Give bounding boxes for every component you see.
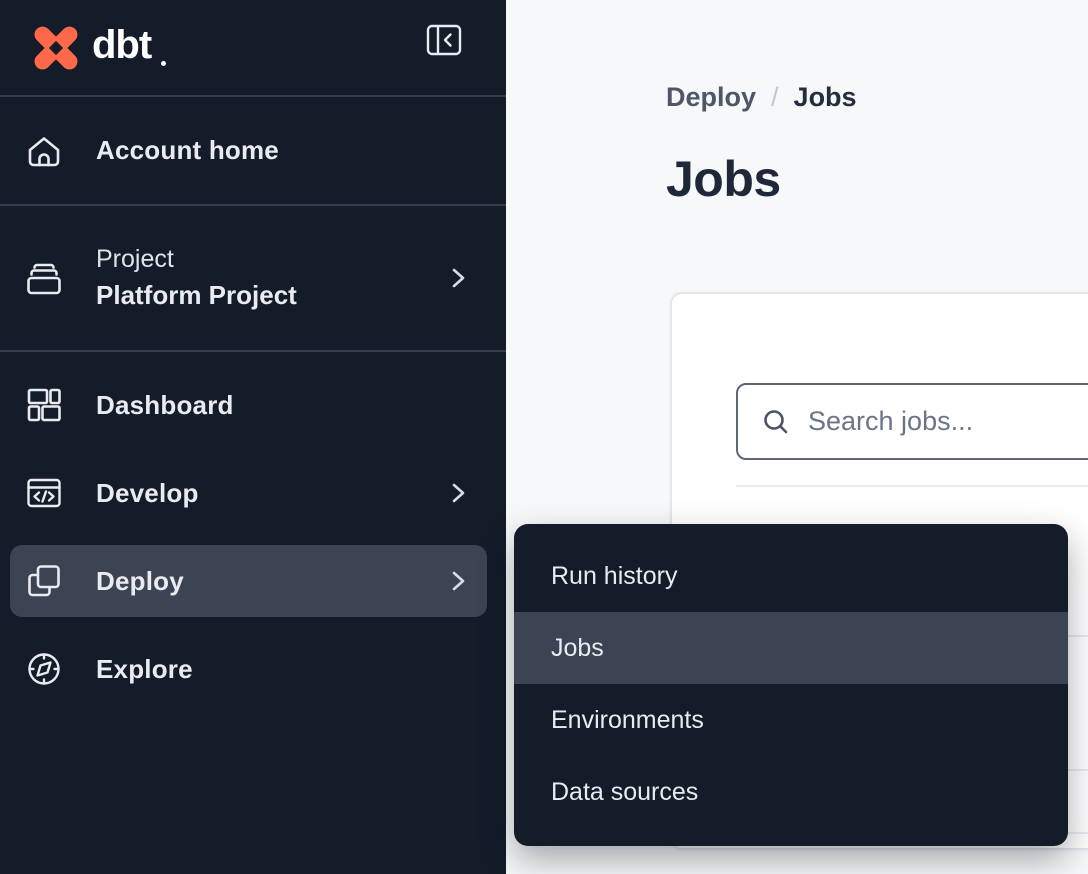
sidebar-item-develop[interactable]: Develop [0,449,506,537]
project-text: Project Platform Project [96,245,297,311]
sidebar-item-explore[interactable]: Explore [0,625,506,713]
explore-compass-icon [24,649,64,689]
divider [736,485,1088,487]
nav-highlight [10,369,487,441]
breadcrumb-current: Jobs [794,82,857,113]
nav-highlight-active [10,545,487,617]
project-eyebrow-label: Project [96,245,297,274]
collapse-sidebar-button[interactable] [426,24,462,56]
project-stack-icon [24,258,64,298]
deploy-submenu: Run history Jobs Environments Data sourc… [514,524,1068,846]
logo-dot [161,61,166,66]
panel-collapse-icon [426,24,462,56]
sidebar-nav: Dashboard Develop [0,352,506,713]
chevron-right-icon [452,571,465,591]
sidebar-item-project[interactable]: Project Platform Project [0,206,506,350]
search-box [736,383,1088,460]
breadcrumb-deploy-link[interactable]: Deploy [666,82,756,113]
chevron-right-icon [452,483,465,503]
sidebar: dbt Account home [0,0,506,874]
sidebar-item-dashboard[interactable]: Dashboard [0,361,506,449]
search-icon [760,406,792,438]
dashboard-icon [24,385,64,425]
submenu-item-jobs[interactable]: Jobs [514,612,1068,684]
sidebar-item-label: Explore [96,654,193,685]
sidebar-item-label: Account home [96,135,279,166]
develop-code-window-icon [24,473,64,513]
sidebar-item-account-home[interactable]: Account home [0,97,506,204]
dbt-logo-mark-icon [28,20,84,76]
sidebar-item-label: Deploy [96,566,184,597]
search-jobs-input[interactable] [808,406,1088,437]
sidebar-item-label: Dashboard [96,390,234,421]
deploy-overlapping-squares-icon [24,561,64,601]
home-icon [24,131,64,171]
sidebar-item-deploy[interactable]: Deploy [0,537,506,625]
nav-highlight [10,633,487,705]
chevron-right-icon [452,268,465,288]
nav-highlight [10,457,487,529]
dbt-logo: dbt [28,20,166,76]
sidebar-header: dbt [0,0,506,95]
project-name-label: Platform Project [96,280,297,311]
breadcrumb: Deploy / Jobs [666,82,857,113]
page-title: Jobs [666,150,781,208]
dbt-logo-text: dbt [92,25,151,71]
sidebar-item-label: Develop [96,478,199,509]
submenu-item-data-sources[interactable]: Data sources [514,756,1068,828]
submenu-item-run-history[interactable]: Run history [514,540,1068,612]
submenu-item-environments[interactable]: Environments [514,684,1068,756]
breadcrumb-separator: / [771,82,779,113]
